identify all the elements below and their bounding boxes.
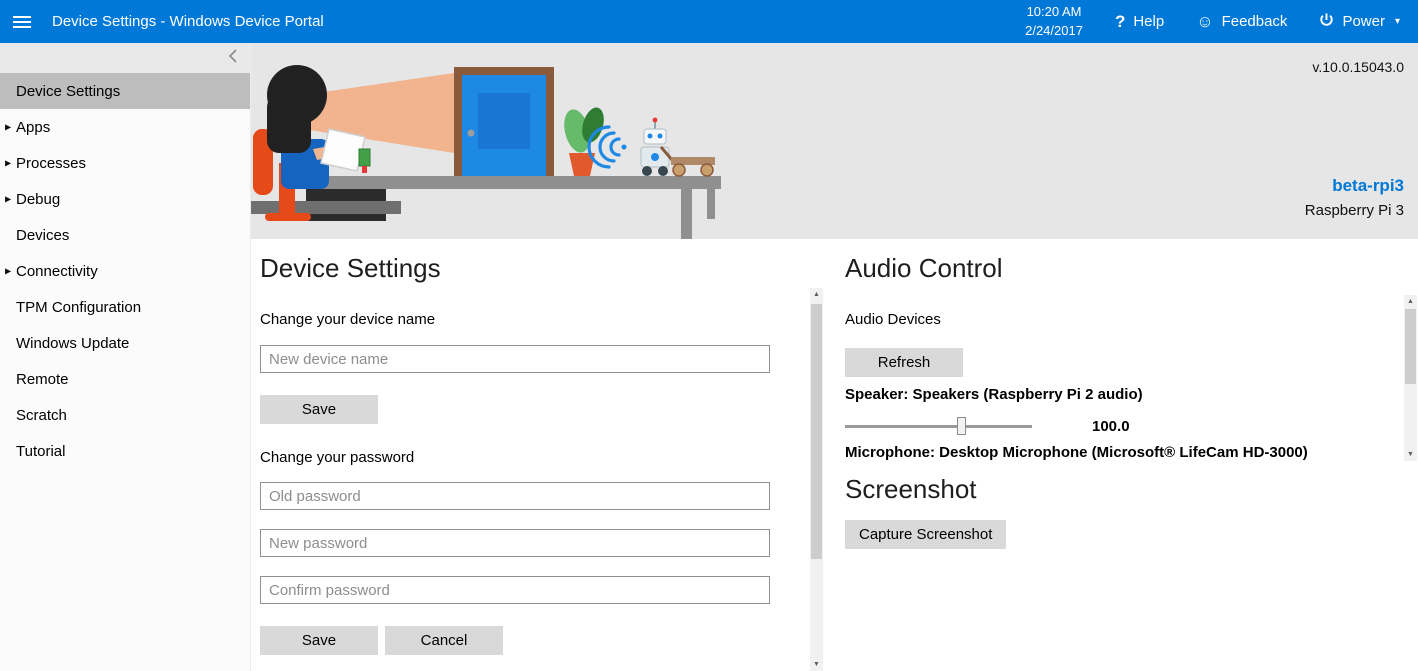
sidebar-item-devices[interactable]: Devices [0,217,250,253]
sidebar: Device Settings ▶ Apps ▶ Processes ▶ Deb… [0,43,251,671]
chevron-down-icon: ▾ [1394,16,1400,27]
save-password-button[interactable]: Save [260,626,378,655]
device-settings-heading: Device Settings [260,253,441,283]
new-password-input[interactable] [260,529,770,557]
device-settings-scrollbar[interactable]: ▲ ▼ [810,288,823,671]
sidebar-item-connectivity[interactable]: ▶ Connectivity [0,253,250,289]
speaker-device-label: Speaker: Speakers (Raspberry Pi 2 audio) [845,386,1143,403]
scroll-up-icon[interactable]: ▲ [1404,295,1417,308]
sidebar-item-debug[interactable]: ▶ Debug [0,181,250,217]
old-password-input[interactable] [260,482,770,510]
clock: 10:20 AM 2/24/2017 [1025,3,1083,39]
refresh-audio-button[interactable]: Refresh [845,348,963,377]
right-panel: Audio Control Audio Devices Refresh Spea… [844,245,1418,671]
header-illustration [251,65,721,239]
confirm-password-input[interactable] [260,576,770,604]
sidebar-item-device-settings[interactable]: Device Settings [0,73,250,109]
capture-screenshot-button[interactable]: Capture Screenshot [845,520,1007,549]
sidebar-item-label: Debug [16,190,61,208]
chevron-left-icon [226,48,240,69]
power-icon [1319,12,1334,32]
device-name: beta-rpi3 [1332,176,1404,195]
expand-arrow-icon: ▶ [5,194,12,204]
slider-thumb[interactable] [957,416,966,435]
sidebar-item-apps[interactable]: ▶ Apps [0,109,250,145]
clock-time: 10:20 AM [1026,4,1082,20]
sidebar-item-label: Connectivity [16,262,98,280]
sidebar-item-label: Remote [16,370,69,388]
sidebar-item-label: TPM Configuration [16,298,142,316]
portal-version: v.10.0.15043.0 [1312,59,1404,75]
audio-devices-label: Audio Devices [845,311,941,328]
cancel-password-button[interactable]: Cancel [385,626,503,655]
scroll-up-icon[interactable]: ▲ [810,288,823,301]
help-button[interactable]: ? Help [1115,12,1164,32]
sidebar-item-label: Processes [16,154,87,172]
speaker-volume-slider[interactable] [845,416,1032,435]
power-label: Power [1342,13,1385,30]
save-device-name-button[interactable]: Save [260,395,378,424]
feedback-button[interactable]: ☺ Feedback [1196,13,1287,30]
sidebar-item-label: Devices [16,226,70,244]
microphone-device-label: Microphone: Desktop Microphone (Microsof… [845,444,1308,461]
power-button[interactable]: Power ▾ [1319,12,1400,32]
expand-arrow-icon: ▶ [5,266,12,276]
help-icon: ? [1114,11,1126,31]
feedback-icon: ☺ [1196,12,1214,31]
window-title: Device Settings - Windows Device Portal [52,13,324,30]
sidebar-item-label: Apps [16,118,51,136]
scroll-down-icon[interactable]: ▼ [1404,448,1417,461]
sidebar-item-remote[interactable]: Remote [0,361,250,397]
scroll-down-icon[interactable]: ▼ [810,658,823,671]
topbar-actions: 10:20 AM 2/24/2017 ? Help ☺ Feedback Pow… [1025,3,1418,39]
expand-arrow-icon: ▶ [5,158,12,168]
top-bar: Device Settings - Windows Device Portal … [0,0,1418,43]
menu-icon[interactable] [0,0,44,43]
help-label: Help [1133,13,1165,30]
audio-scrollbar[interactable]: ▲ ▼ [1404,295,1417,461]
scrollbar-thumb[interactable] [1405,309,1416,384]
sidebar-item-tpm-configuration[interactable]: TPM Configuration [0,289,250,325]
expand-arrow-icon: ▶ [5,122,12,132]
speaker-volume-row: 100.0 [845,416,1418,435]
sidebar-item-tutorial[interactable]: Tutorial [0,433,250,469]
clock-date: 2/24/2017 [1025,22,1083,38]
sidebar-item-label: Scratch [16,406,67,424]
change-device-name-label: Change your device name [260,311,436,328]
screenshot-section: Screenshot Capture Screenshot [844,462,1418,549]
sidebar-item-label: Tutorial [16,442,66,460]
sidebar-item-scratch[interactable]: Scratch [0,397,250,433]
new-device-name-input[interactable] [260,345,770,373]
header-banner: v.10.0.15043.0 beta-rpi3 Raspberry Pi 3 [251,43,1418,239]
audio-control-section: Audio Control Audio Devices Refresh Spea… [844,245,1418,462]
device-model: Raspberry Pi 3 [1304,202,1404,219]
screenshot-heading: Screenshot [845,474,977,504]
change-password-label: Change your password [260,449,415,466]
sidebar-item-label: Windows Update [16,334,130,352]
scrollbar-thumb[interactable] [811,304,822,559]
sidebar-item-processes[interactable]: ▶ Processes [0,145,250,181]
collapse-sidebar-button[interactable] [0,43,250,73]
sidebar-item-label: Device Settings [16,82,121,100]
password-buttons-row: Save Cancel [260,626,830,655]
feedback-label: Feedback [1221,13,1288,30]
speaker-volume-value: 100.0 [1092,417,1130,435]
device-settings-panel: Device Settings Change your device name … [251,245,830,671]
sidebar-item-windows-update[interactable]: Windows Update [0,325,250,361]
audio-control-heading: Audio Control [845,253,1003,283]
